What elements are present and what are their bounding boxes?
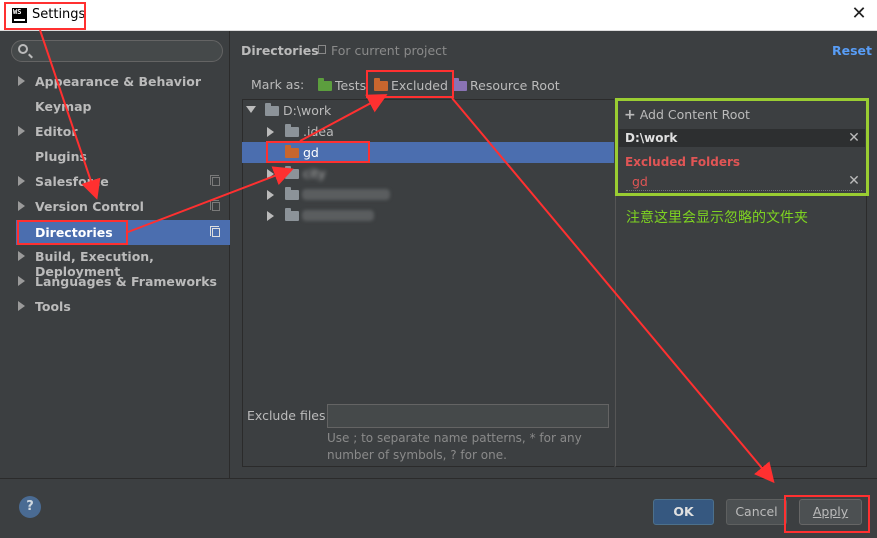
sidebar-item-label: Version Control bbox=[35, 199, 144, 214]
sidebar-item-label: Editor bbox=[35, 124, 78, 139]
plus-icon: + bbox=[624, 107, 636, 123]
project-scope-icon bbox=[318, 45, 326, 54]
folder-icon bbox=[285, 124, 299, 137]
mark-as-label: Mark as: bbox=[251, 77, 305, 92]
excluded-folder-icon bbox=[374, 77, 388, 91]
expand-arrow-icon[interactable] bbox=[18, 126, 25, 136]
sidebar-item-tools[interactable]: Tools bbox=[0, 294, 230, 319]
folder-icon bbox=[285, 208, 299, 221]
page-subtitle: For current project bbox=[331, 43, 447, 58]
sidebar-item-label: Salesforce bbox=[35, 174, 109, 189]
collapse-arrow-icon[interactable] bbox=[246, 106, 256, 113]
sidebar-item-plugins[interactable]: Plugins bbox=[0, 144, 230, 169]
title-bar: WS Settings ✕ bbox=[0, 0, 877, 31]
project-scope-icon bbox=[210, 200, 220, 211]
help-button[interactable]: ? bbox=[19, 496, 41, 518]
exclude-files-input[interactable] bbox=[327, 404, 609, 428]
tests-folder-icon bbox=[318, 77, 332, 91]
tree-node-idea[interactable]: .idea bbox=[242, 121, 614, 142]
excluded-folder-item: gd bbox=[632, 174, 648, 189]
search-input[interactable] bbox=[11, 40, 223, 62]
webstorm-logo-icon: WS bbox=[12, 8, 27, 23]
exclude-files-help: Use ; to separate name patterns, * for a… bbox=[327, 431, 582, 462]
expand-arrow-icon[interactable] bbox=[267, 211, 274, 221]
remove-excluded-icon[interactable]: ✕ bbox=[848, 174, 860, 188]
annotation-note: 注意这里会显示忽略的文件夹 bbox=[626, 210, 808, 226]
tree-node-label: D:\work bbox=[283, 103, 332, 118]
sidebar-item-salesforce[interactable]: Salesforce bbox=[0, 169, 230, 194]
sidebar-item-build[interactable]: Build, Execution, Deployment bbox=[0, 244, 230, 279]
excluded-folder-icon bbox=[285, 145, 299, 158]
redacted-name bbox=[302, 189, 390, 200]
tree-node-label: .idea bbox=[303, 124, 334, 139]
sidebar-item-label: Languages & Frameworks bbox=[35, 274, 217, 289]
add-content-root-label: Add Content Root bbox=[639, 107, 750, 122]
tree-node-label: city bbox=[303, 166, 326, 181]
sidebar-item-label: Directories bbox=[35, 225, 113, 240]
close-icon[interactable]: ✕ bbox=[849, 4, 869, 24]
sidebar-item-label: Keymap bbox=[35, 99, 92, 114]
window-title: Settings bbox=[32, 7, 86, 22]
remove-root-icon[interactable]: ✕ bbox=[848, 131, 860, 145]
expand-arrow-icon[interactable] bbox=[18, 76, 25, 86]
project-scope-icon bbox=[210, 226, 220, 237]
mark-excluded-label: Excluded bbox=[391, 78, 448, 93]
expand-arrow-icon[interactable] bbox=[267, 169, 274, 179]
redacted-name bbox=[302, 210, 374, 221]
expand-arrow-icon[interactable] bbox=[18, 201, 25, 211]
expand-arrow-icon[interactable] bbox=[18, 176, 25, 186]
folder-icon bbox=[285, 166, 299, 179]
folder-icon bbox=[265, 103, 279, 116]
mark-resource-label: Resource Root bbox=[470, 78, 560, 93]
tree-node-city[interactable]: city bbox=[242, 163, 614, 184]
excluded-folders-title: Excluded Folders bbox=[625, 155, 741, 169]
sidebar-item-keymap[interactable]: Keymap bbox=[0, 94, 230, 119]
expand-arrow-icon[interactable] bbox=[18, 251, 25, 261]
mark-tests-button[interactable]: Tests bbox=[318, 77, 366, 101]
sidebar-item-label: Tools bbox=[35, 299, 71, 314]
apply-button[interactable]: Apply bbox=[799, 499, 862, 525]
content-root-name: D:\work bbox=[625, 131, 678, 145]
expand-arrow-icon[interactable] bbox=[18, 301, 25, 311]
cancel-button[interactable]: Cancel bbox=[726, 499, 787, 525]
mark-excluded-button[interactable]: Excluded bbox=[374, 77, 448, 101]
tree-node-blurred[interactable] bbox=[242, 184, 614, 205]
page-title: Directories bbox=[241, 43, 319, 58]
add-content-root-button[interactable]: + Add Content Root bbox=[624, 107, 750, 123]
reset-link[interactable]: Reset bbox=[832, 43, 872, 58]
search-icon bbox=[18, 44, 28, 54]
tree-node-blurred[interactable] bbox=[242, 205, 614, 226]
exclude-files-label: Exclude files: bbox=[247, 408, 330, 423]
ok-button[interactable]: OK bbox=[653, 499, 714, 525]
tree-node-root[interactable]: D:\work bbox=[242, 100, 614, 121]
tree-node-gd[interactable]: gd bbox=[242, 142, 614, 163]
divider bbox=[626, 190, 862, 191]
mark-resource-root-button[interactable]: Resource Root bbox=[453, 77, 560, 101]
expand-arrow-icon[interactable] bbox=[267, 127, 274, 137]
expand-arrow-icon[interactable] bbox=[267, 190, 274, 200]
sidebar-item-editor[interactable]: Editor bbox=[0, 119, 230, 144]
mark-tests-label: Tests bbox=[335, 78, 367, 93]
resource-folder-icon bbox=[453, 77, 467, 91]
folder-icon bbox=[285, 187, 299, 200]
sidebar-item-appearance[interactable]: Appearance & Behavior bbox=[0, 69, 230, 94]
sidebar-item-label: Appearance & Behavior bbox=[35, 74, 201, 89]
sidebar-item-label: Plugins bbox=[35, 149, 87, 164]
sidebar-item-directories[interactable]: Directories bbox=[16, 220, 230, 245]
sidebar-item-version-control[interactable]: Version Control bbox=[0, 194, 230, 219]
settings-sidebar: Appearance & Behavior Keymap Editor Plug… bbox=[0, 31, 230, 478]
tree-node-label: gd bbox=[303, 145, 319, 160]
sidebar-item-languages[interactable]: Languages & Frameworks bbox=[0, 269, 230, 294]
project-scope-icon bbox=[210, 175, 220, 186]
expand-arrow-icon[interactable] bbox=[18, 276, 25, 286]
